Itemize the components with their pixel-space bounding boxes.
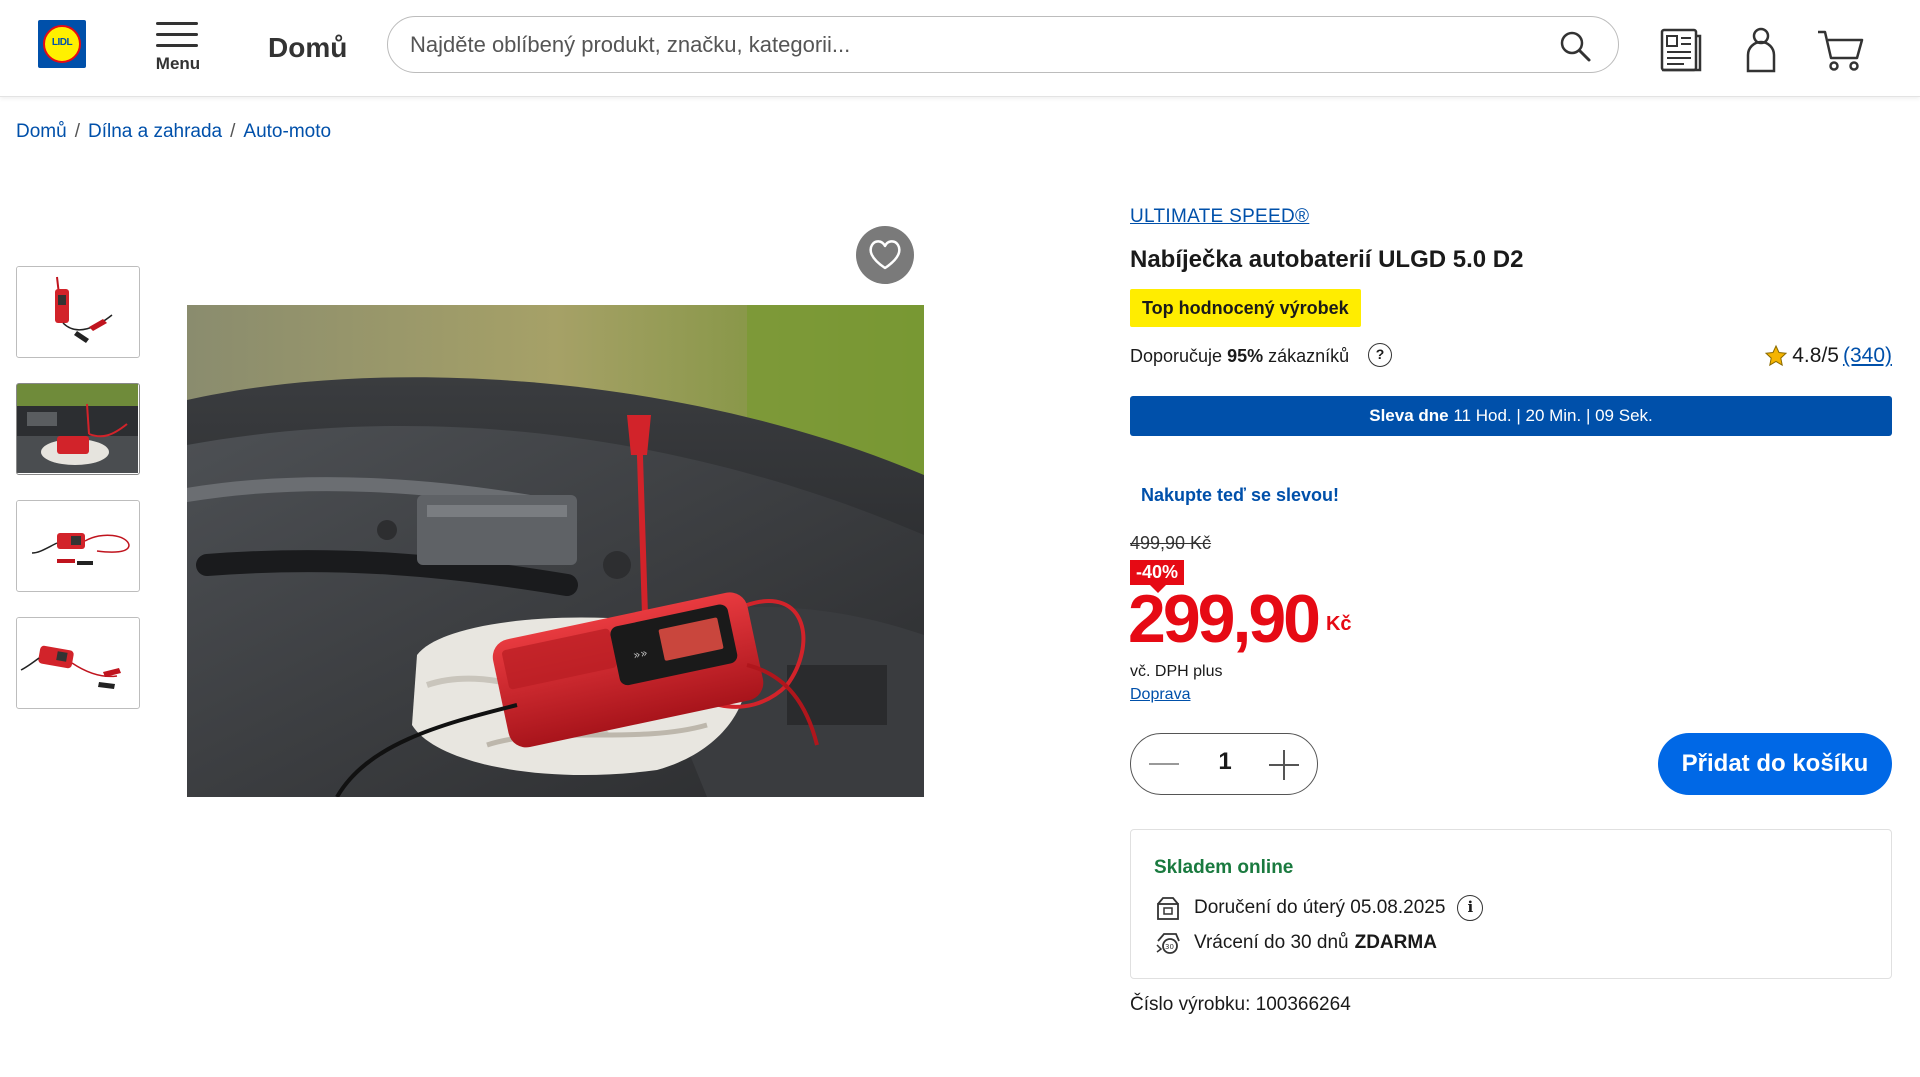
search-bar [387, 16, 1619, 73]
thumbnail-1[interactable] [16, 266, 140, 358]
leaflet-icon[interactable] [1656, 24, 1706, 74]
increase-button[interactable] [1269, 750, 1299, 780]
thumbnail-2[interactable] [16, 383, 140, 475]
svg-text:»»: »» [632, 646, 649, 663]
availability-box: Skladem online Doručení do úterý 05.08.2… [1130, 829, 1892, 979]
search-input[interactable] [410, 31, 1530, 59]
deal-timer-bar: Sleva dne 11 Hod. | 20 Min. | 09 Sek. [1130, 396, 1892, 436]
svg-text:30: 30 [1165, 943, 1174, 951]
quantity-value[interactable]: 1 [1201, 748, 1249, 776]
logo-text: LIDL [51, 37, 73, 48]
promo-text: Nakupte teď se slevou! [1141, 485, 1339, 505]
thumbnail-4[interactable] [16, 617, 140, 709]
price-currency: Kč [1325, 613, 1352, 635]
user-icon[interactable] [1736, 24, 1786, 74]
home-link[interactable]: Domů [268, 32, 347, 64]
cart-icon[interactable] [1816, 24, 1866, 74]
breadcrumb: Domů / Dílna a zahrada / Auto-moto [16, 121, 332, 142]
brand-link[interactable]: ULTIMATE SPEED® [1130, 206, 1309, 228]
search-icon[interactable] [1558, 29, 1592, 63]
sale-label: Sleva dne [1369, 406, 1449, 425]
recommend-suffix: zákazníků [1268, 346, 1350, 366]
add-to-cart-button[interactable]: Přidat do košíku [1658, 733, 1892, 795]
return-icon: 30 [1156, 933, 1180, 954]
breadcrumb-workshop-garden[interactable]: Dílna a zahrada [88, 121, 222, 142]
price-value: 299,90 [1128, 581, 1321, 657]
menu-label: Menu [155, 54, 201, 73]
quantity-stepper: 1 [1130, 733, 1318, 795]
product-title: Nabíječka autobaterií ULGD 5.0 D2 [1130, 246, 1524, 273]
decrease-button[interactable] [1149, 763, 1179, 765]
favorite-button[interactable] [856, 226, 914, 284]
delivery-row: Doručení do úterý 05.08.2025 i [1154, 894, 1484, 922]
sale-timer: 11 Hod. | 20 Min. | 09 Sek. [1453, 406, 1653, 425]
return-prefix: Vrácení do 30 dnů [1194, 932, 1349, 953]
menu-button[interactable]: Menu [150, 20, 206, 76]
recommend-prefix: Doporučuje [1130, 346, 1223, 366]
help-icon[interactable]: ? [1368, 343, 1392, 367]
site-header: LIDL Menu Domů [0, 0, 1920, 97]
hamburger-icon [156, 22, 198, 55]
return-row: 30 Vrácení do 30 dnů ZDARMA [1154, 929, 1437, 957]
heart-icon [869, 240, 901, 270]
star-icon [1765, 344, 1788, 367]
thumbnail-3[interactable] [16, 500, 140, 592]
breadcrumb-auto-moto[interactable]: Auto-moto [243, 121, 331, 142]
rating: 4.8/5 (340) [1764, 344, 1892, 368]
delivery-box-icon [1157, 897, 1179, 920]
info-icon[interactable]: i [1457, 895, 1484, 921]
breadcrumb-home[interactable]: Domů [16, 121, 67, 142]
product-number: Číslo výrobku: 100366264 [1130, 994, 1351, 1015]
rating-value: 4.8/5 [1792, 344, 1839, 367]
shipping-link[interactable]: Doprava [1130, 686, 1190, 704]
return-free: ZDARMA [1354, 932, 1437, 953]
stock-status: Skladem online [1154, 857, 1294, 878]
lidl-logo[interactable]: LIDL [38, 20, 86, 68]
delivery-text: Doručení do úterý 05.08.2025 [1194, 897, 1446, 918]
product-main-image[interactable]: »» [187, 305, 924, 797]
recommend-percent: 95% [1227, 346, 1264, 366]
top-rated-badge: Top hodnocený výrobek [1130, 289, 1361, 327]
current-price: 299,90 Kč [1128, 585, 1352, 653]
recommendation-text: Doporučuje 95% zákazníků [1130, 346, 1349, 367]
vat-text: vč. DPH plus [1130, 663, 1223, 680]
reviews-link[interactable]: (340) [1843, 344, 1892, 368]
old-price: 499,90 Kč [1130, 533, 1212, 553]
